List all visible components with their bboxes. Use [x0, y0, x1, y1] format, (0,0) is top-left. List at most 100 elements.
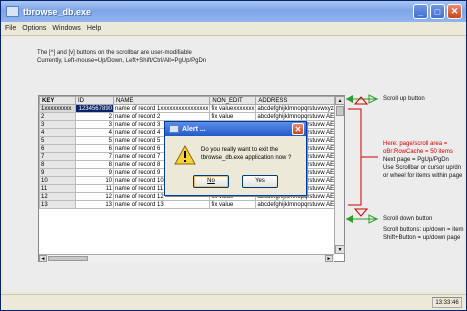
arrow-up-icon: ▲ — [337, 98, 343, 104]
maximize-button[interactable]: □ — [430, 4, 445, 19]
arrow-left-icon: ◄ — [40, 256, 46, 262]
column-header-name[interactable]: NAME — [112, 96, 211, 105]
annotation-use-scrollbar: Use Scrollbar or cursor up/dn — [383, 165, 462, 171]
menu-windows[interactable]: Windows — [52, 25, 80, 32]
cell-key[interactable]: 10 — [39, 176, 76, 185]
cell-key[interactable]: 5 — [39, 136, 76, 145]
title-bar[interactable]: tbrowse_db.exe _ □ ✕ — [1, 1, 466, 22]
menu-bar: File Options Windows Help — [1, 22, 466, 36]
annotation-scroll-up: Scroll up button — [383, 96, 425, 102]
cell-key[interactable]: 2 — [39, 112, 76, 121]
annotation-scroll-down: Scroll down button — [383, 216, 433, 222]
dialog-title-bar[interactable]: Alert ... ✕ — [165, 122, 306, 136]
close-icon: ✕ — [450, 6, 459, 16]
cell-key[interactable]: 4 — [39, 128, 76, 137]
table-row[interactable]: 13 13 name of record 13 fix value abcdefghij… — [39, 200, 344, 209]
yes-button[interactable]: Yes — [242, 175, 278, 188]
cell-key[interactable]: 9 — [39, 168, 76, 177]
cell-name[interactable]: name of record 2 — [112, 112, 211, 121]
cell-nonedit[interactable]: fix valuexxxxxxx — [209, 104, 257, 113]
cell-nonedit[interactable]: fix value — [209, 112, 257, 121]
cell-id[interactable]: 2 — [75, 112, 114, 121]
cell-id[interactable]: 10 — [75, 176, 114, 185]
cell-id[interactable]: 13 — [75, 200, 114, 209]
yes-button-label: Yes — [255, 178, 265, 184]
column-header-id[interactable]: ID — [75, 96, 114, 105]
cell-id[interactable]: 8 — [75, 160, 114, 169]
annotation-scroll-buttons-line-1: Scroll buttons: up/down = item — [383, 227, 464, 233]
cell-id[interactable]: 4 — [75, 128, 114, 137]
dialog-close-button[interactable]: ✕ — [292, 123, 304, 135]
cell-id[interactable]: 5 — [75, 136, 114, 145]
dialog-title: Alert ... — [182, 125, 206, 133]
table-row[interactable]: 1xxxxxxxxx 1234567890 name of record 1xxxx… — [39, 104, 344, 113]
no-button-label: No — [207, 178, 215, 184]
cell-key[interactable]: 3 — [39, 120, 76, 129]
column-header-key[interactable]: KEY — [39, 96, 76, 105]
info-text: The [^] and [v] buttons on the scrollbar… — [37, 49, 206, 65]
maximize-icon: □ — [434, 6, 441, 17]
grid-header-row: KEY ID NAME NON_EDIT ADDRESS — [39, 96, 344, 105]
vertical-scrollbar[interactable]: ▲ ▼ — [334, 96, 345, 254]
annotation-page: Here: page/scroll area = oBr:RowCache = … — [383, 140, 462, 180]
annotation-scroll-buttons: Scroll buttons: up/down = item Shift+But… — [383, 226, 464, 242]
annotation-next-page: Next page = PgUp/PgDn — [383, 157, 449, 163]
dialog-message: Do you really want to exit the tbrowse_d… — [201, 147, 292, 161]
dialog-app-icon — [169, 125, 179, 133]
cell-address[interactable]: abcdefghijklmnopqrstuvw AE — [255, 112, 344, 121]
cell-id[interactable]: 3 — [75, 120, 114, 129]
arrow-down-icon: ▼ — [337, 247, 343, 253]
cell-key[interactable]: 11 — [39, 184, 76, 193]
cell-id[interactable]: 11 — [75, 184, 114, 193]
annotation-wheel: or wheel for items within page — [383, 173, 463, 179]
alert-dialog: Alert ... ✕ Do you really want to exit t… — [164, 121, 307, 196]
scroll-up-button[interactable]: ▲ — [335, 96, 345, 105]
window-controls: _ □ ✕ — [413, 4, 462, 19]
annotation-page-line-1: Here: page/scroll area = — [383, 141, 448, 147]
cell-id[interactable]: 12 — [75, 192, 114, 201]
warning-icon — [174, 145, 196, 165]
arrow-right-icon: ► — [326, 256, 332, 262]
cell-id[interactable]: 9 — [75, 168, 114, 177]
annotation-page-line-2: oBr:RowCache = 50 items — [383, 149, 453, 155]
table-row[interactable]: 2 2 name of record 2 fix value abcdefghijklm… — [39, 112, 344, 121]
annotation-scroll-buttons-line-2: Shift+Button = up/down page — [383, 235, 461, 241]
scroll-thumb[interactable] — [336, 106, 344, 116]
close-icon: ✕ — [294, 124, 302, 134]
info-line-1: The [^] and [v] buttons on the scrollbar… — [37, 50, 192, 56]
app-window: tbrowse_db.exe _ □ ✕ File Options Window… — [0, 0, 467, 311]
cell-name[interactable]: name of record 1xxxxxxxxxxxxxxxx — [112, 104, 211, 113]
status-time: 13:33:46 — [432, 297, 462, 308]
column-header-nonedit[interactable]: NON_EDIT — [209, 96, 257, 105]
cell-address[interactable]: abcdefghijklmnopqrstuvwxyzAE — [255, 104, 344, 113]
cell-key[interactable]: 1xxxxxxxxx — [39, 104, 76, 113]
scroll-right-button[interactable]: ► — [325, 255, 333, 262]
cell-key[interactable]: 6 — [39, 144, 76, 153]
minimize-icon: _ — [417, 6, 423, 17]
menu-file[interactable]: File — [5, 25, 16, 32]
hscroll-thumb[interactable] — [48, 256, 88, 261]
status-bar: 13:33:46 — [1, 294, 466, 310]
close-button[interactable]: ✕ — [447, 4, 462, 19]
cell-id[interactable]: 1234567890 — [75, 104, 114, 113]
cell-address[interactable]: abcdefghijklmnopqrstuvw AE — [255, 200, 344, 209]
app-icon — [6, 6, 19, 17]
scroll-down-button[interactable]: ▼ — [335, 245, 345, 254]
minimize-button[interactable]: _ — [413, 4, 428, 19]
scroll-left-button[interactable]: ◄ — [39, 255, 47, 262]
cell-id[interactable]: 6 — [75, 144, 114, 153]
no-button[interactable]: No — [193, 175, 229, 188]
horizontal-scrollbar[interactable]: ◄ ► — [39, 254, 334, 262]
cell-key[interactable]: 7 — [39, 152, 76, 161]
column-header-address[interactable]: ADDRESS — [255, 96, 344, 105]
cell-id[interactable]: 7 — [75, 152, 114, 161]
menu-options[interactable]: Options — [22, 25, 46, 32]
cell-key[interactable]: 13 — [39, 200, 76, 209]
info-line-2: Currently, Left-mouse=Up/Down, Left+Shif… — [37, 58, 207, 64]
cell-name[interactable]: name of record 13 — [112, 200, 211, 209]
menu-help[interactable]: Help — [87, 25, 101, 32]
window-title: tbrowse_db.exe — [23, 6, 92, 17]
cell-key[interactable]: 8 — [39, 160, 76, 169]
cell-key[interactable]: 12 — [39, 192, 76, 201]
cell-nonedit[interactable]: fix value — [209, 200, 257, 209]
